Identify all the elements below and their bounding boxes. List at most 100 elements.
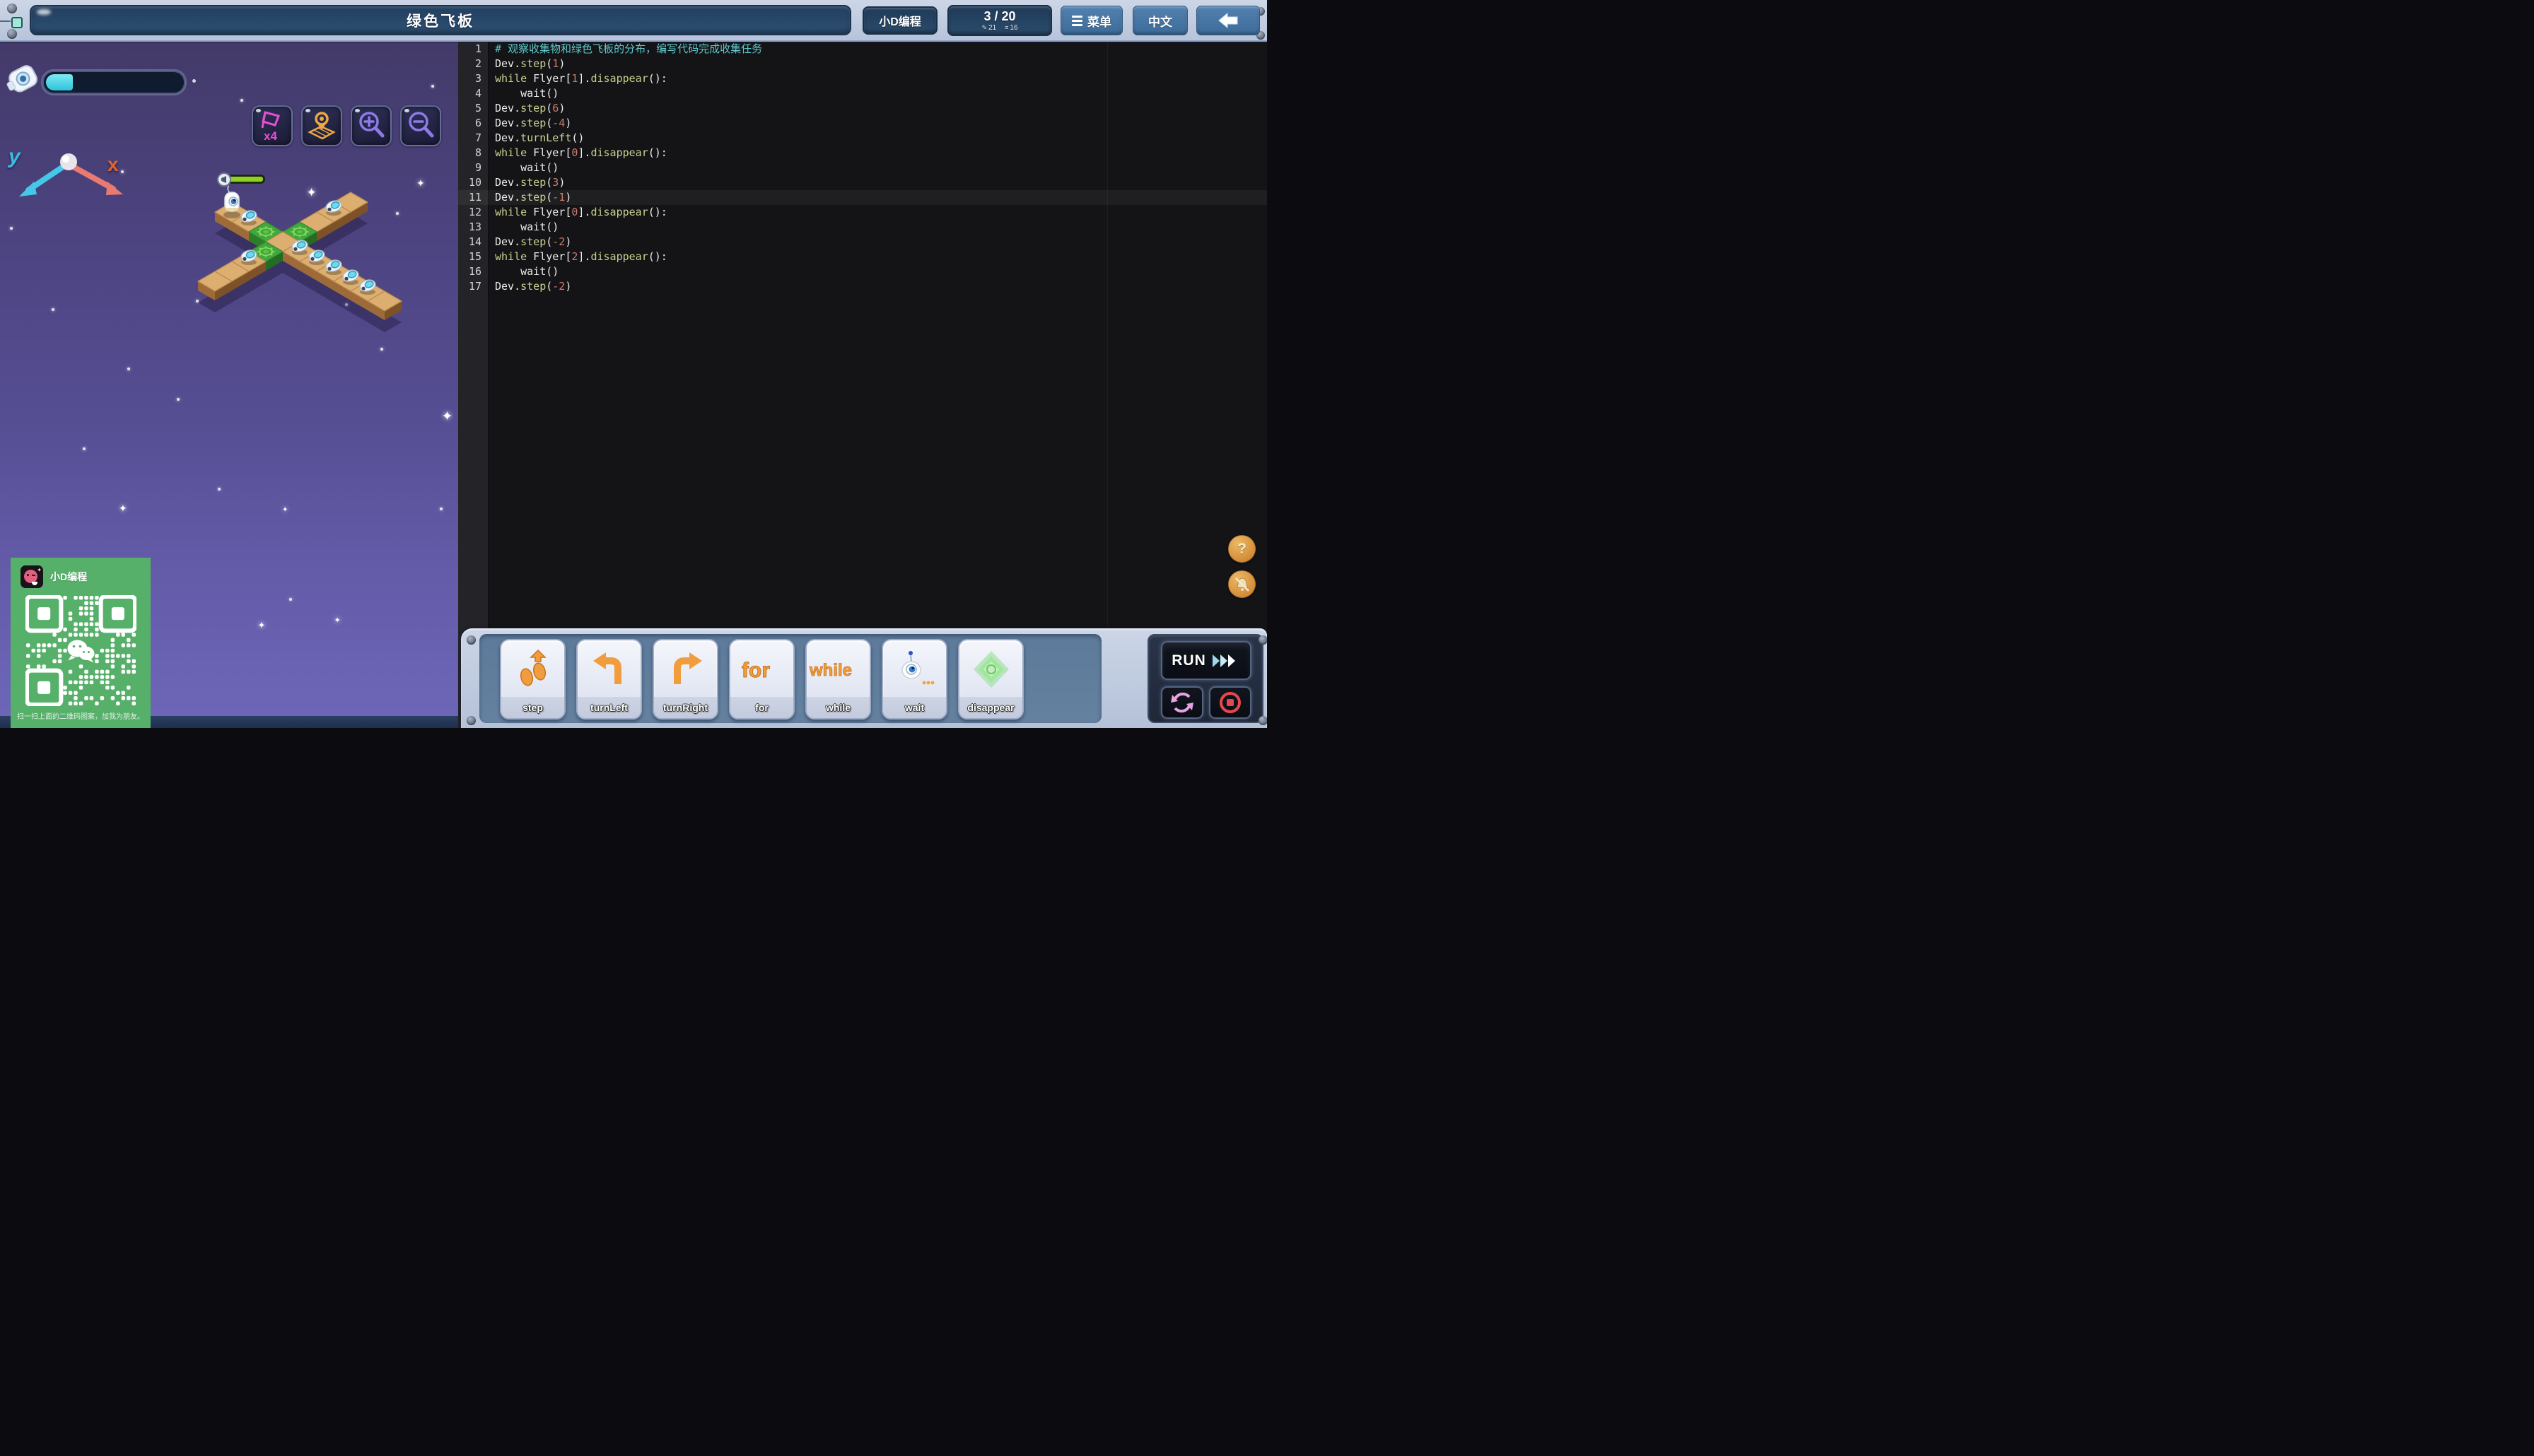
disappear-icon (959, 642, 1022, 697)
zoom-out-icon (409, 112, 434, 138)
run-button[interactable]: RUN (1161, 641, 1251, 680)
qr-app-name: 小D编程 (50, 571, 88, 582)
command-label: step (501, 697, 564, 718)
line-number: 12 (468, 206, 481, 218)
language-button[interactable]: 中文 (1133, 6, 1188, 35)
qr-code (25, 595, 136, 706)
line-number: 14 (468, 235, 481, 248)
code-line: 14 Dev.step(-2) (458, 235, 1267, 249)
line-number: 15 (468, 250, 481, 263)
while-icon: while (807, 642, 870, 697)
code-text: wait() (495, 161, 559, 174)
command-toolbar: step turnLeft turnRight for for while while wai… (461, 628, 1267, 728)
zoom-in-button[interactable] (351, 105, 392, 146)
star-dot (218, 488, 221, 491)
screw-icon (1259, 635, 1267, 645)
star-sparkle-icon: ✦ (119, 503, 127, 514)
command-button-disappear[interactable]: disappear (958, 639, 1024, 720)
stop-button[interactable] (1209, 686, 1251, 719)
menu-label: 菜单 (1087, 15, 1111, 29)
command-label: for (730, 697, 793, 718)
code-text: # 观察收集物和绿色飞板的分布，编写代码完成收集任务 (495, 42, 763, 55)
speed-button[interactable]: x4 (252, 105, 293, 146)
line-number: 10 (468, 176, 481, 189)
star-sparkle-icon: ✦ (257, 619, 266, 630)
screw-icon (467, 716, 476, 725)
line-number: 9 (474, 161, 481, 174)
health-bar (217, 172, 265, 187)
stop-icon (1220, 692, 1241, 713)
code-line: 11 Dev.step(-1) (458, 190, 1267, 205)
code-editor[interactable]: 1 # 观察收集物和绿色飞板的分布，编写代码完成收集任务 2 Dev.step(1) 3… (458, 40, 1267, 728)
command-button-turnLeft[interactable]: turnLeft (576, 639, 642, 720)
code-text: while Flyer[0].disappear(): (495, 206, 667, 218)
question-mark-icon: ? (1237, 540, 1246, 557)
code-text: while Flyer[2].disappear(): (495, 250, 667, 263)
hamburger-icon (1072, 13, 1082, 28)
turnRight-icon (654, 642, 717, 697)
brand-button[interactable]: 小D编程 (863, 6, 938, 35)
command-label: while (807, 697, 870, 718)
led-indicator (11, 17, 23, 28)
command-button-step[interactable]: step (500, 639, 566, 720)
line-number: 5 (474, 102, 481, 115)
command-label: disappear (959, 697, 1022, 718)
reset-button[interactable] (1161, 686, 1203, 719)
camera-icon[interactable] (6, 59, 42, 103)
app-window: ✦ ✦ ✦ ✦ ✦ ✦ ✦ y x x4 1 # 观察收集物和绿色飞板的分布，编… (0, 0, 1267, 728)
mute-notifications-button[interactable] (1228, 570, 1256, 598)
level-progress: 3 / 20 (983, 8, 1016, 23)
qr-card-header: ✦ 小D编程 (21, 565, 87, 588)
glint (256, 109, 261, 112)
star-dot (440, 507, 443, 510)
screw-icon (467, 635, 476, 645)
axis-x-label: x (107, 153, 119, 175)
star-dot (289, 598, 292, 601)
star-sparkle-icon: ✦ (282, 506, 288, 514)
code-line: 3 while Flyer[1].disappear(): (458, 71, 1267, 86)
command-button-for[interactable]: for for (729, 639, 795, 720)
game-board (197, 172, 403, 332)
map-button[interactable] (301, 105, 342, 146)
line-number: 6 (474, 117, 481, 129)
qr-card: ✦ 小D编程 扫一扫上面的二维码图案，加我为朋友。 (11, 558, 151, 728)
code-line: 10 Dev.step(3) (458, 175, 1267, 190)
code-text: Dev.step(-2) (495, 280, 572, 293)
back-arrow-icon (1218, 12, 1238, 29)
line-number: 16 (468, 265, 481, 278)
level-indicator: 3 / 20 ✎ 21 ≡ 16 (947, 5, 1052, 36)
bell-muted-icon (1234, 577, 1249, 592)
run-panel: RUN (1148, 634, 1263, 723)
code-line: 8 while Flyer[0].disappear(): (458, 146, 1267, 160)
svg-text:for: for (742, 659, 770, 682)
level-title-bar: 绿色飞板 (30, 5, 851, 35)
line-number: 2 (474, 57, 481, 70)
code-text: Dev.turnLeft() (495, 131, 585, 144)
sparkle-icon: ✦ (37, 567, 42, 573)
menu-button[interactable]: 菜单 (1061, 6, 1123, 35)
code-line: 13 wait() (458, 220, 1267, 235)
command-button-turnRight[interactable]: turnRight (653, 639, 718, 720)
player-character (223, 185, 240, 218)
zoom-out-button[interactable] (400, 105, 441, 146)
help-button[interactable]: ? (1228, 535, 1256, 563)
led-wire (0, 20, 11, 22)
command-button-wait[interactable]: wait (882, 639, 947, 720)
code-text: Dev.step(6) (495, 102, 566, 115)
back-button[interactable] (1196, 6, 1260, 35)
top-bar: 绿色飞板 小D编程 3 / 20 ✎ 21 ≡ 16 菜单 中文 (0, 0, 1267, 42)
command-button-while[interactable]: while while (805, 639, 871, 720)
map-icon (308, 112, 336, 140)
for-icon: for (730, 642, 793, 697)
turnLeft-icon (578, 642, 641, 697)
code-line: 16 wait() (458, 264, 1267, 279)
code-line: 6 Dev.step(-4) (458, 116, 1267, 131)
code-text: wait() (495, 265, 559, 278)
zoom-in-icon (359, 112, 385, 138)
code-line: 15 while Flyer[2].disappear(): (458, 249, 1267, 264)
command-label: wait (883, 697, 946, 718)
progress-fill (46, 74, 73, 90)
code-text: wait() (495, 87, 559, 100)
line-number: 7 (474, 131, 481, 144)
code-line: 7 Dev.turnLeft() (458, 131, 1267, 146)
